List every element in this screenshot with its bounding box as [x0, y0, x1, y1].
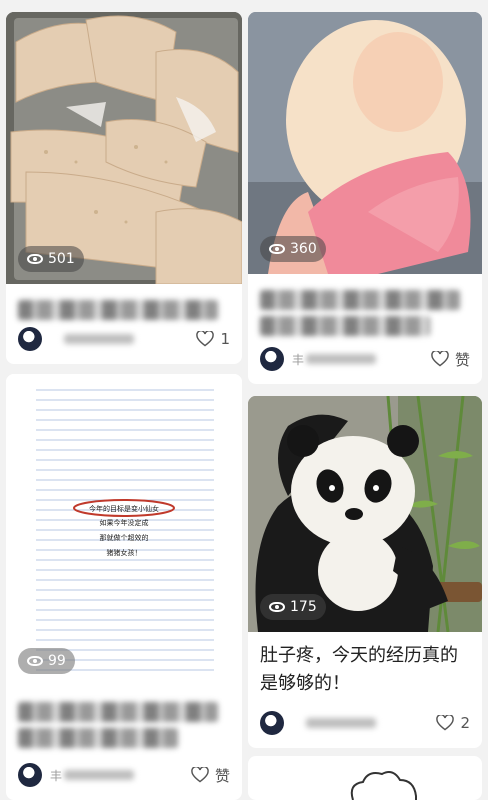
like-button[interactable]: 2	[436, 714, 470, 732]
note-line: 如果今年没定成	[100, 518, 149, 527]
note-meta: 丰 赞	[18, 762, 230, 788]
note-line: 猪猪女孩！	[107, 548, 142, 557]
note-line: 今年的目标是变小仙女	[89, 504, 159, 513]
author-name[interactable]	[50, 332, 196, 346]
note-image[interactable]: 今年的目标是变小仙女 如果今年没定成 那就做个超效的 猪猪女孩！ 99	[6, 374, 242, 686]
note-card[interactable]: 175 肚子疼，今天的经历真的是够够的！ 2	[248, 396, 482, 748]
heart-icon	[431, 351, 449, 367]
like-count: 1	[220, 330, 230, 348]
blurred-title	[18, 300, 218, 320]
view-count-badge: 99	[18, 648, 75, 674]
eye-icon	[269, 602, 285, 612]
author-name[interactable]: 丰	[50, 768, 191, 783]
like-button[interactable]: 1	[196, 330, 230, 348]
note-image[interactable]: 501	[6, 12, 242, 284]
blurred-author	[64, 770, 134, 780]
like-count: 2	[460, 714, 470, 732]
note-line: 那就做个超效的	[100, 533, 149, 542]
note-meta: 丰 赞	[260, 346, 470, 372]
view-count-badge: 175	[260, 594, 326, 620]
blurred-author	[306, 718, 376, 728]
blurred-title	[260, 316, 430, 336]
like-count: 赞	[214, 766, 230, 785]
view-count: 99	[48, 653, 66, 669]
avatar[interactable]	[260, 347, 284, 371]
heart-icon	[196, 331, 215, 347]
note-title[interactable]	[6, 284, 242, 320]
note-card[interactable]: 501 1	[6, 12, 242, 364]
view-count: 360	[290, 241, 317, 257]
avatar[interactable]	[18, 763, 42, 787]
avatar[interactable]	[18, 327, 42, 351]
note-meta: 2	[260, 710, 470, 736]
eye-icon	[27, 254, 43, 264]
pastry-photo	[6, 12, 242, 284]
author-name[interactable]: 丰	[292, 352, 431, 367]
cloud-icon	[350, 771, 417, 800]
note-title[interactable]	[6, 686, 242, 748]
avatar[interactable]	[260, 711, 284, 735]
heart-icon	[436, 715, 455, 731]
view-count: 175	[290, 599, 317, 615]
blurred-title	[18, 728, 178, 748]
blurred-author	[306, 354, 376, 364]
author-name[interactable]	[292, 716, 436, 730]
eye-icon	[269, 244, 285, 254]
blurred-author	[64, 334, 134, 344]
blurred-title	[260, 290, 460, 310]
note-title[interactable]	[248, 274, 482, 336]
like-count: 赞	[454, 350, 470, 369]
note-image[interactable]: 360	[248, 12, 482, 274]
like-button[interactable]: 赞	[191, 765, 230, 786]
note-title[interactable]: 肚子疼，今天的经历真的是够够的！	[248, 632, 482, 698]
view-count-badge: 501	[18, 246, 84, 272]
note-card[interactable]: 360 丰 赞	[248, 12, 482, 384]
lined-paper: 今年的目标是变小仙女 如果今年没定成 那就做个超效的 猪猪女孩！	[6, 374, 242, 686]
peach-photo	[248, 12, 482, 274]
view-count-badge: 360	[260, 236, 326, 262]
note-meta: 1	[18, 326, 230, 352]
note-image[interactable]: 175	[248, 396, 482, 632]
author-initial: 丰	[292, 353, 305, 367]
note-card[interactable]	[248, 756, 482, 800]
note-card[interactable]: 今年的目标是变小仙女 如果今年没定成 那就做个超效的 猪猪女孩！ 99 丰 赞	[6, 374, 242, 800]
author-initial: 丰	[50, 769, 63, 783]
eye-icon	[27, 656, 43, 666]
like-button[interactable]: 赞	[431, 349, 470, 370]
heart-icon	[191, 767, 209, 783]
view-count: 501	[48, 251, 75, 267]
note-feed: 501 1 360 丰 赞 今年的目标是变小仙女 如果今年没定成 那就做个超效的…	[0, 0, 488, 800]
blurred-title	[18, 702, 218, 722]
